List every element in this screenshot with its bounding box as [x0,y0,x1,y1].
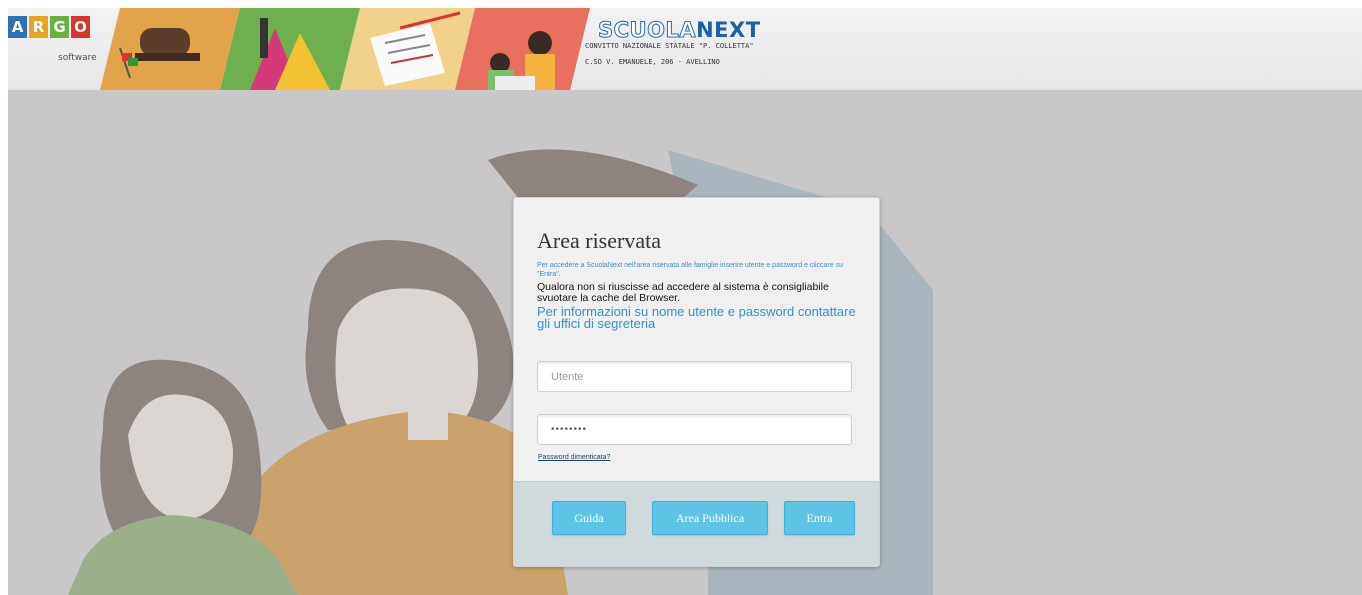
argo-logo[interactable]: ARGO software [8,16,98,76]
login-title: Area riservata [537,228,661,253]
login-card: Area riservata Per accedere a ScuolaNext… [513,197,880,567]
entra-button[interactable]: Entra [784,501,855,535]
login-card-footer: Guida Area Pubblica Entra [514,481,879,566]
login-info-contact-link[interactable]: Per informazioni su nome utente e passwo… [537,305,857,330]
header-banner-illustration [100,8,590,90]
password-input[interactable]: •••••••• [537,414,852,445]
area-pubblica-button[interactable]: Area Pubblica [652,501,768,535]
username-input[interactable]: Utente [537,361,852,392]
app-header: ARGO software SCUOLANEXT CONVITTO NAZION… [8,8,1362,90]
argo-logo-letter: R [29,16,48,38]
scuolanext-logo-part1: SCUOLA [597,18,697,43]
argo-logo-letter: A [8,16,27,38]
forgot-password-link[interactable]: Password dimenticata? [538,454,610,461]
scuolanext-logo-part2: NEXT [696,18,761,42]
argo-logo-letter: O [71,16,90,38]
login-info-instructions: Per accedere a ScuolaNext nell'area rise… [537,262,843,278]
argo-logo-letters: ARGO [8,16,98,38]
guida-button[interactable]: Guida [552,501,626,535]
login-info-cache-hint: Qualora non si riuscisse ad accedere al … [537,281,829,304]
school-name: CONVITTO NAZIONALE STATALE "P. COLLETTA" [585,42,754,50]
school-address: C.SO V. EMANUELE, 206 - AVELLINO [585,58,720,66]
argo-logo-letter: G [50,16,69,38]
login-info: Per accedere a ScuolaNext nell'area rise… [537,261,857,330]
argo-logo-subtitle: software [58,53,97,63]
school-info: CONVITTO NAZIONALE STATALE "P. COLLETTA"… [585,41,755,67]
scuolanext-logo: SCUOLANEXT [597,18,761,43]
